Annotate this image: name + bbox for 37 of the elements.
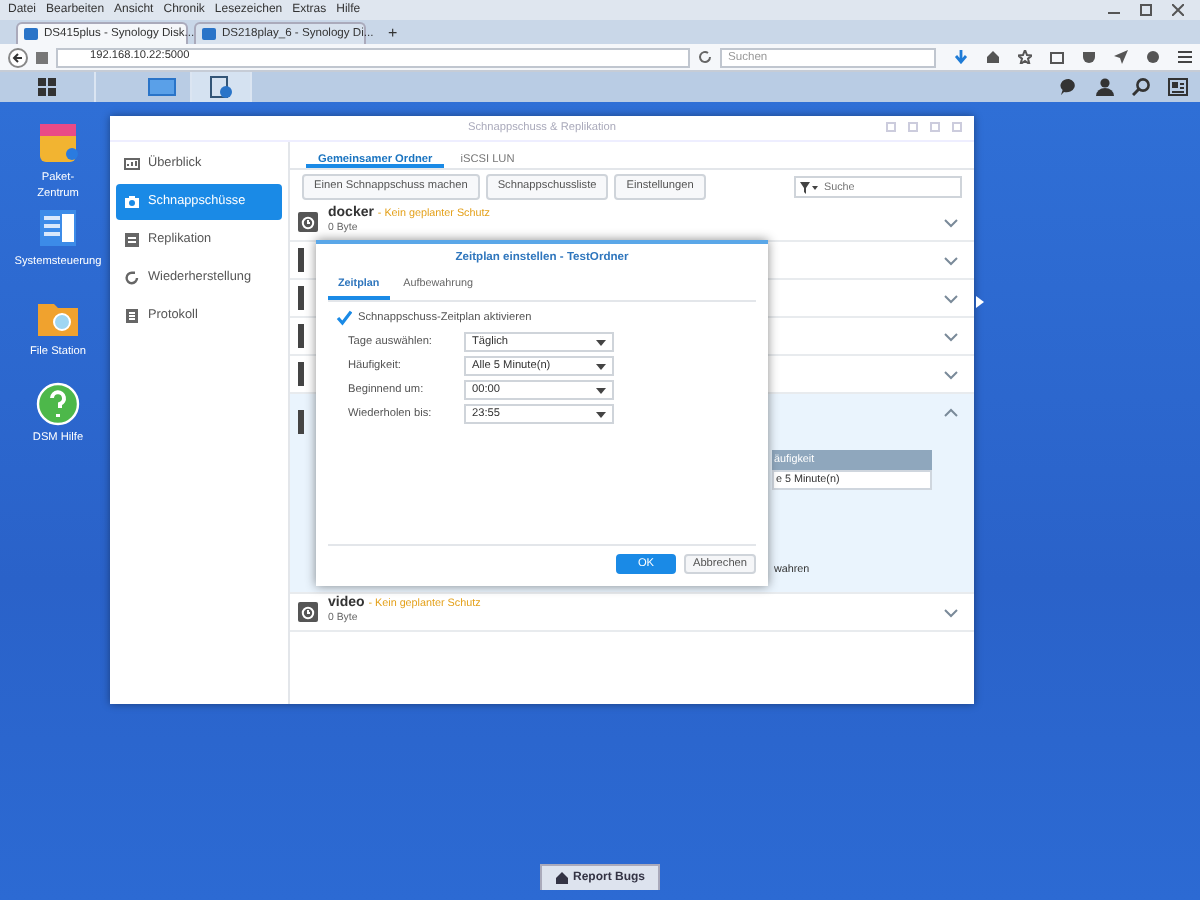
download-icon[interactable] (954, 50, 968, 64)
caret-icon (596, 339, 606, 346)
chart-icon (124, 156, 140, 172)
favicon-icon (24, 28, 38, 40)
favicon-icon (202, 28, 216, 40)
send-icon[interactable] (1114, 50, 1128, 64)
home-icon[interactable] (986, 50, 1000, 64)
caret-icon (596, 411, 606, 418)
menu-icon[interactable] (1178, 50, 1192, 64)
back-icon[interactable] (8, 47, 28, 67)
reload-icon[interactable] (698, 50, 712, 64)
chevron-down-icon[interactable] (944, 255, 958, 265)
chevron-down-icon[interactable] (944, 607, 958, 617)
bookmark-star-icon[interactable] (1018, 50, 1032, 64)
folder-clock-icon (298, 602, 318, 622)
chevron-down-icon[interactable] (944, 331, 958, 341)
package-center-icon[interactable] (36, 122, 80, 166)
chevron-down-icon[interactable] (944, 369, 958, 379)
filter-icon[interactable] (800, 181, 818, 193)
caret-icon (596, 363, 606, 370)
chevron-down-icon[interactable] (944, 217, 958, 227)
window-icon[interactable] (147, 78, 175, 96)
document-icon (124, 308, 140, 324)
folder-clock-icon (298, 212, 318, 232)
user-icon[interactable] (1096, 78, 1114, 96)
checkbox[interactable] (336, 309, 352, 326)
control-panel-icon[interactable] (36, 206, 80, 250)
widgets-icon[interactable] (1168, 78, 1188, 96)
chevron-down-icon[interactable] (944, 293, 958, 303)
restore-icon (124, 270, 140, 286)
snapshot-app-icon[interactable] (210, 76, 232, 98)
chevron-up-icon[interactable] (944, 408, 958, 418)
camera-icon (124, 194, 140, 210)
main-menu-icon[interactable] (38, 78, 56, 96)
replication-icon (124, 232, 140, 248)
chat-icon[interactable] (1060, 78, 1078, 96)
search-icon[interactable] (1132, 78, 1150, 96)
